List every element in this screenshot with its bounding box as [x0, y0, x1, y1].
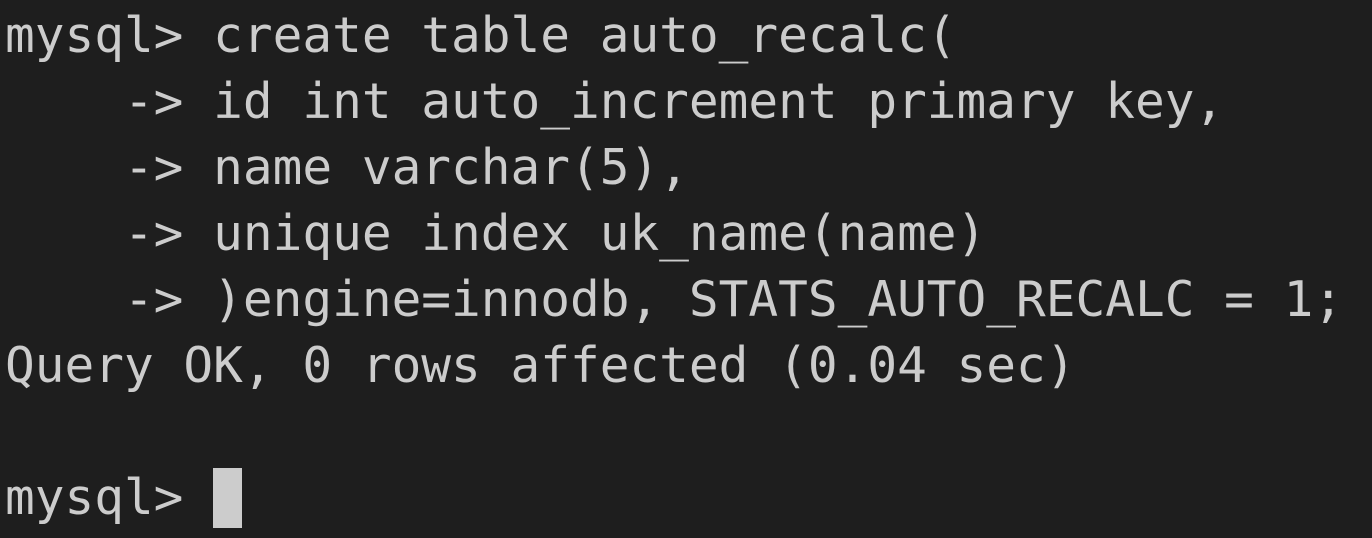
terminal-prompt-line[interactable]: mysql>: [5, 464, 1372, 530]
terminal-line-output: Query OK, 0 rows affected (0.04 sec): [5, 336, 1076, 394]
terminal-line-continuation: -> unique index uk_name(name): [5, 204, 987, 262]
terminal-line-continuation: -> name varchar(5),: [5, 138, 689, 196]
text-cursor: [213, 468, 243, 528]
terminal-line-continuation: -> id int auto_increment primary key,: [5, 72, 1225, 130]
terminal-line-continuation: -> )engine=innodb, STATS_AUTO_RECALC = 1…: [5, 270, 1344, 328]
terminal-window[interactable]: mysql> create table auto_recalc( -> id i…: [0, 0, 1372, 538]
terminal-prompt: mysql>: [5, 468, 214, 526]
terminal-line-command: mysql> create table auto_recalc(: [5, 6, 957, 64]
